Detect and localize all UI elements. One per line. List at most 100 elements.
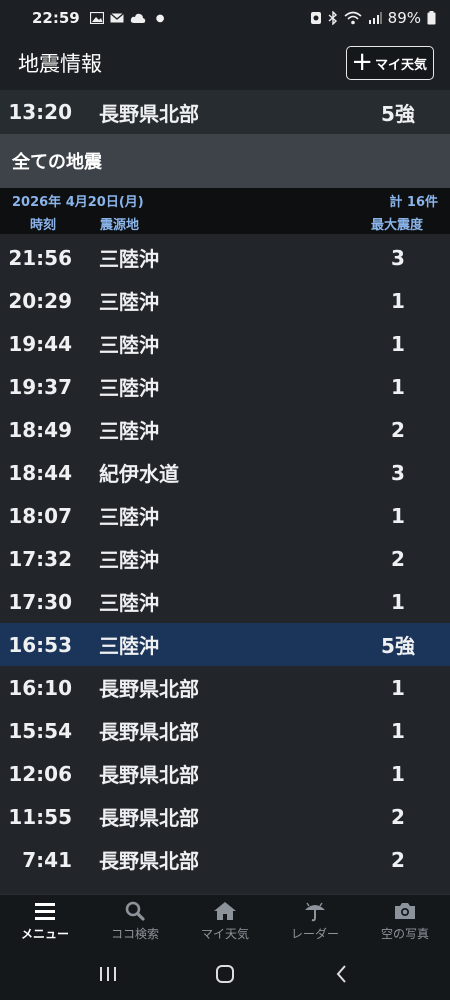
table-row[interactable]: 17:32 三陸沖 2 — [0, 537, 450, 580]
quake-time: 18:07 — [8, 503, 72, 528]
quake-place: 紀伊水道 — [99, 462, 179, 486]
nav-menu-label: メニュー — [20, 927, 69, 941]
umbrella-icon — [305, 902, 325, 922]
column-intensity: 最大震度 — [371, 217, 424, 233]
quake-place: 三陸沖 — [99, 548, 159, 572]
cloud-icon — [130, 13, 145, 23]
table-row[interactable]: 19:37 三陸沖 1 — [0, 365, 450, 408]
pinned-intensity: 5強 — [381, 101, 415, 126]
table-row-highlighted[interactable]: 16:53 三陸沖 5強 — [0, 623, 450, 666]
status-bar: 22:59 ● 89% — [0, 0, 450, 36]
quake-time: 21:56 — [8, 245, 72, 270]
wifi-icon — [344, 11, 362, 25]
quake-intensity: 1 — [391, 503, 405, 528]
camera-icon — [395, 903, 415, 919]
quake-place: 長野県北部 — [99, 677, 199, 701]
quake-time: 17:30 — [8, 589, 72, 614]
quake-time: 19:37 — [8, 374, 72, 399]
quake-intensity: 3 — [391, 460, 405, 485]
home-button-icon[interactable] — [214, 963, 236, 985]
add-my-weather-button[interactable]: + マイ天気 — [346, 46, 434, 80]
nav-menu[interactable]: メニュー — [0, 895, 90, 947]
date-bar: 2026年 4月20日(月) 計 16件 — [0, 188, 450, 212]
quake-intensity: 1 — [391, 761, 405, 786]
alarm-icon — [310, 12, 321, 24]
table-row[interactable]: 18:07 三陸沖 1 — [0, 494, 450, 537]
list-date: 2026年 4月20日(月) — [12, 194, 144, 210]
quake-intensity: 1 — [391, 288, 405, 313]
table-row[interactable]: 18:49 三陸沖 2 — [0, 408, 450, 451]
quake-time: 20:29 — [8, 288, 72, 313]
image-icon — [89, 12, 104, 24]
dot-icon: ● — [155, 12, 165, 24]
system-nav-bar — [0, 947, 450, 1000]
quake-time: 11:55 — [8, 804, 72, 829]
quake-intensity: 2 — [391, 804, 405, 829]
add-my-weather-label: マイ天気 — [374, 57, 427, 73]
nav-my-weather[interactable]: マイ天気 — [180, 895, 270, 947]
quake-intensity: 5強 — [381, 634, 415, 658]
quake-place: 三陸沖 — [99, 634, 159, 658]
table-row[interactable]: 20:29 三陸沖 1 — [0, 279, 450, 322]
table-row[interactable]: 12:06 長野県北部 1 — [0, 752, 450, 795]
quake-count: 計 16件 — [389, 194, 438, 210]
mail-icon — [109, 13, 124, 23]
quake-time: 19:44 — [8, 331, 72, 356]
pinned-quake-row[interactable]: 13:20 長野県北部 5強 — [0, 90, 450, 134]
notification-icons: ● — [89, 12, 165, 24]
bluetooth-icon — [328, 11, 337, 25]
menu-icon — [35, 903, 55, 920]
quake-place: 長野県北部 — [99, 849, 199, 873]
nav-radar[interactable]: レーダー — [270, 895, 360, 947]
quake-time: 16:10 — [8, 675, 72, 700]
app-bar: 地震情報 + マイ天気 — [0, 36, 450, 90]
quake-intensity: 2 — [391, 417, 405, 442]
quake-intensity: 1 — [391, 589, 405, 614]
quake-intensity: 1 — [391, 374, 405, 399]
quake-place: 三陸沖 — [99, 591, 159, 615]
table-row[interactable]: 7:41 長野県北部 2 — [0, 838, 450, 881]
search-icon — [125, 901, 145, 921]
quake-time: 18:49 — [8, 417, 72, 442]
quake-place: 長野県北部 — [99, 806, 199, 830]
table-row[interactable]: 21:56 三陸沖 3 — [0, 236, 450, 279]
nav-search-label: ココ検索 — [110, 927, 159, 941]
page-title: 地震情報 — [18, 52, 102, 76]
quake-intensity: 1 — [391, 675, 405, 700]
status-time: 22:59 — [32, 9, 80, 27]
battery-percent: 89% — [387, 9, 421, 27]
table-row[interactable]: 11:55 長野県北部 2 — [0, 795, 450, 838]
quake-time: 7:41 — [22, 847, 72, 872]
quake-place: 三陸沖 — [99, 505, 159, 529]
home-icon — [214, 902, 236, 920]
quake-place: 長野県北部 — [99, 763, 199, 787]
quake-intensity: 2 — [391, 546, 405, 571]
nav-sky-photos-label: 空の写真 — [380, 927, 429, 941]
pinned-time: 13:20 — [8, 100, 72, 124]
quake-time: 12:06 — [8, 761, 72, 786]
nav-radar-label: レーダー — [290, 927, 339, 941]
plus-icon: + — [351, 47, 373, 77]
quake-intensity: 1 — [391, 718, 405, 743]
quake-intensity: 2 — [391, 847, 405, 872]
battery-icon — [427, 11, 436, 25]
quake-place: 三陸沖 — [99, 333, 159, 357]
table-row[interactable]: 18:44 紀伊水道 3 — [0, 451, 450, 494]
quake-time: 17:32 — [8, 546, 72, 571]
quake-list: 21:56 三陸沖 3 20:29 三陸沖 1 19:44 三陸沖 1 19:3… — [0, 236, 450, 881]
quake-place: 三陸沖 — [99, 419, 159, 443]
signal-icon — [368, 12, 382, 24]
section-title: 全ての地震 — [0, 134, 450, 188]
back-icon[interactable] — [331, 963, 353, 985]
table-row[interactable]: 19:44 三陸沖 1 — [0, 322, 450, 365]
nav-sky-photos[interactable]: 空の写真 — [360, 895, 450, 947]
nav-my-weather-label: マイ天気 — [200, 927, 249, 941]
table-row[interactable]: 15:54 長野県北部 1 — [0, 709, 450, 752]
status-right: 89% — [310, 9, 436, 27]
recent-apps-icon[interactable] — [97, 963, 119, 985]
table-row[interactable]: 16:10 長野県北部 1 — [0, 666, 450, 709]
column-place: 震源地 — [100, 217, 140, 233]
table-row[interactable]: 17:30 三陸沖 1 — [0, 580, 450, 623]
column-time: 時刻 — [30, 217, 57, 233]
nav-search[interactable]: ココ検索 — [90, 895, 180, 947]
